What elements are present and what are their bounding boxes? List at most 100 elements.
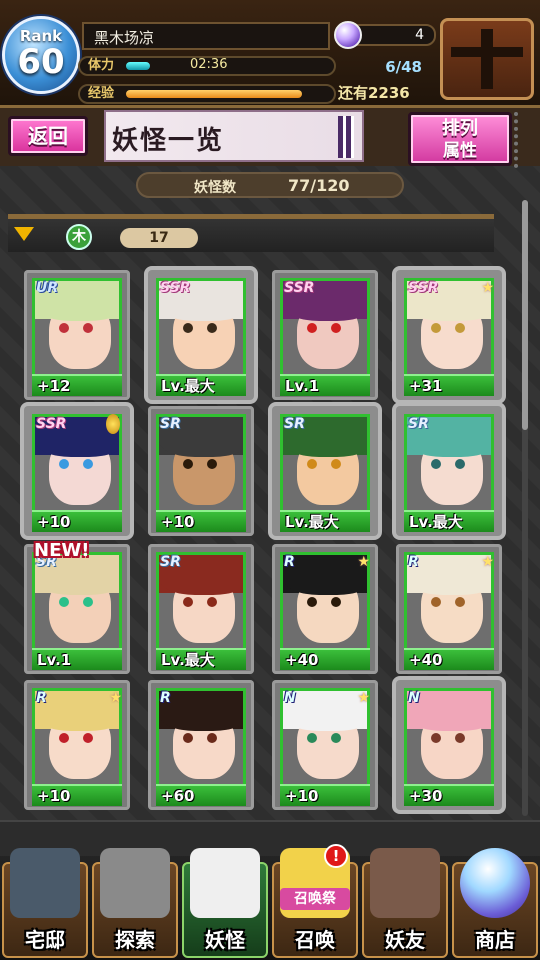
youkai-card[interactable]: SSR Lv.1	[272, 270, 378, 400]
nav-label: 妖友	[385, 928, 425, 952]
stamina-fill	[126, 62, 150, 70]
wood-attribute-icon: 木	[66, 224, 92, 250]
portrait-eye	[83, 733, 93, 743]
page-title-panel: 妖怪一览	[104, 110, 364, 162]
youkai-card[interactable]: SSR +10	[24, 406, 130, 536]
nav-label: 妖怪	[205, 928, 245, 952]
portrait-eye	[455, 323, 465, 333]
rarity-badge: SR	[160, 554, 181, 570]
card-level: Lv.最大	[404, 510, 494, 532]
player-name: 黑木场凉	[82, 22, 330, 50]
group-header[interactable]: 木 17	[8, 214, 494, 252]
youkai-card[interactable]: N ★ +10	[272, 680, 378, 810]
nav-label: 宅邸	[25, 928, 65, 952]
title-decoration	[338, 116, 354, 158]
card-level: Lv.最大	[156, 374, 246, 396]
card-level: +30	[404, 784, 494, 806]
portrait-eye	[307, 323, 317, 333]
portrait-eye	[331, 597, 341, 607]
portrait-eye	[455, 459, 465, 469]
youkai-card[interactable]: R ★ +40	[396, 544, 502, 674]
sort-button[interactable]: 排列 属性	[408, 112, 512, 166]
stamina-label: 体力	[88, 58, 115, 73]
gem-counter[interactable]: 4	[334, 21, 436, 49]
rarity-badge: SR	[284, 416, 305, 432]
portrait-eye	[207, 733, 217, 743]
portrait-eye	[307, 459, 317, 469]
card-level: Lv.最大	[280, 510, 370, 532]
card-level: +10	[32, 784, 122, 806]
portrait-eye	[183, 597, 193, 607]
nav-youkai-button[interactable]: 妖怪	[180, 848, 270, 960]
portrait-eye	[59, 597, 69, 607]
exp-bar: 经验	[78, 84, 336, 104]
youkai-card[interactable]: SR Lv.最大	[148, 544, 254, 674]
youkai-card[interactable]: SR Lv.最大	[396, 406, 502, 536]
portrait-eye	[183, 733, 193, 743]
collapse-triangle-icon[interactable]	[14, 227, 34, 241]
card-level: +60	[156, 784, 246, 806]
star-icon: ★	[357, 690, 370, 706]
youkai-count-value: 77/120	[288, 176, 350, 195]
rarity-badge: R	[408, 554, 419, 570]
nav-shop-button[interactable]: 商店	[450, 848, 540, 960]
nav-summon-button[interactable]: 召唤祭! 召唤	[270, 844, 360, 960]
youkai-card[interactable]: SSR ★ +31	[396, 270, 502, 400]
rarity-badge: R	[160, 690, 171, 706]
star-icon: ★	[357, 554, 370, 570]
explore-icon	[100, 848, 170, 918]
scrollbar[interactable]	[522, 200, 528, 816]
exp-label: 经验	[88, 86, 115, 101]
scrollbar-thumb[interactable]	[522, 200, 528, 430]
card-level: +40	[404, 648, 494, 670]
portrait-eye	[331, 733, 341, 743]
friends-icon	[370, 848, 440, 918]
nav-mansion-button[interactable]: 宅邸	[0, 848, 90, 960]
youkai-card[interactable]: SR Lv.1 NEW!	[24, 540, 130, 674]
nav-label: 商店	[475, 928, 515, 952]
stamina-count: 6/48	[385, 58, 422, 76]
gem-icon	[334, 21, 362, 49]
star-icon: ★	[109, 690, 122, 706]
sort-label-top: 排列	[442, 118, 478, 139]
youkai-card[interactable]: SR +10	[148, 406, 254, 536]
nav-friends-button[interactable]: 妖友	[360, 848, 450, 960]
nav-explore-button[interactable]: 探索	[90, 848, 180, 960]
card-level: Lv.1	[32, 648, 122, 670]
card-level: Lv.1	[280, 374, 370, 396]
youkai-count-bar: 妖怪数 77/120	[136, 172, 404, 198]
youkai-card[interactable]: R +60	[148, 680, 254, 810]
rarity-badge: R	[284, 554, 295, 570]
rarity-badge: SSR	[408, 280, 439, 296]
portrait-eye	[455, 597, 465, 607]
portrait-eye	[455, 733, 465, 743]
portrait-eye	[83, 459, 93, 469]
youkai-card[interactable]: UR +12	[24, 270, 130, 400]
rank-badge[interactable]: Rank 60	[2, 16, 80, 94]
shop-icon	[460, 848, 530, 918]
gear-decoration-icon	[514, 112, 540, 168]
page-title: 妖怪一览	[112, 126, 225, 156]
portrait-hair	[407, 691, 491, 731]
youkai-icon	[190, 848, 260, 918]
treasure-box-icon[interactable]	[440, 18, 534, 100]
rank-value: 60	[17, 42, 65, 82]
back-button[interactable]: 返回	[8, 116, 88, 156]
youkai-card[interactable]: R ★ +40	[272, 544, 378, 674]
stamina-bar: 体力 02:36	[78, 56, 336, 76]
youkai-card[interactable]: SR Lv.最大	[272, 406, 378, 536]
rarity-badge: SSR	[36, 416, 67, 432]
youkai-card[interactable]: SSR Lv.最大	[148, 270, 254, 400]
rarity-badge: SR	[160, 416, 181, 432]
portrait-eye	[59, 733, 69, 743]
exp-fill	[126, 90, 302, 98]
youkai-card[interactable]: N +30	[396, 680, 502, 810]
card-level: +31	[404, 374, 494, 396]
portrait-eye	[207, 459, 217, 469]
rarity-badge: N	[284, 690, 296, 706]
youkai-card[interactable]: R ★ +10	[24, 680, 130, 810]
mansion-icon	[10, 848, 80, 918]
rarity-badge: UR	[36, 280, 59, 296]
sort-label-bottom: 属性	[443, 141, 477, 161]
card-level: +10	[156, 510, 246, 532]
